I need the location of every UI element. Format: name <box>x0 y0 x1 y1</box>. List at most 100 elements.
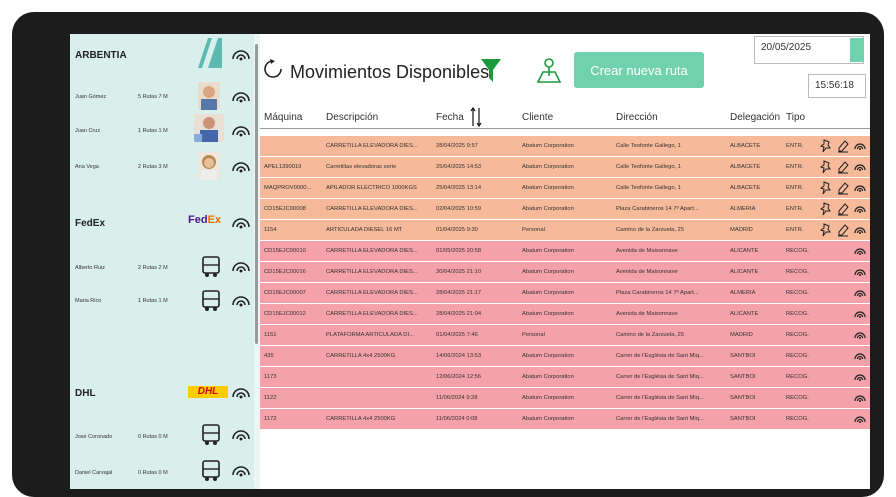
eraser-icon[interactable] <box>837 223 849 237</box>
table-row[interactable]: CD15EJC00012 CARRETILLA ELEVADORA DIÉS...… <box>260 304 870 325</box>
cell-delegacion: SANTBOI <box>730 395 756 401</box>
table-row[interactable]: 1151 PLATAFORMA ARTICULADA DI... 01/04/202… <box>260 325 870 346</box>
pin-icon[interactable] <box>820 202 832 216</box>
navigate-icon[interactable] <box>854 202 866 216</box>
driver-name: Juan Cruz <box>75 128 101 134</box>
table-row[interactable]: CD15EJC00010 CARRETILLA ELEVADORA DIÉS...… <box>260 241 870 262</box>
pin-icon[interactable] <box>820 139 832 153</box>
navigate-icon[interactable] <box>854 244 866 258</box>
navigate-icon[interactable] <box>230 382 252 404</box>
navigate-icon[interactable] <box>854 160 866 174</box>
pin-icon[interactable] <box>820 181 832 195</box>
navigate-icon[interactable] <box>854 265 866 279</box>
table-row[interactable]: CD15EJC00007 CARRETILLA ELEVADORA DIÉS...… <box>260 283 870 304</box>
navigate-icon[interactable] <box>854 139 866 153</box>
table-row[interactable]: CD15EJC00016 CARRETILLA ELEVADORA DIÉS...… <box>260 262 870 283</box>
navigate-icon[interactable] <box>854 370 866 384</box>
navigate-icon[interactable] <box>854 307 866 321</box>
table-row[interactable]: APEL1390019 Carretillas elevadoras serie 2… <box>260 157 870 178</box>
cell-cliente: Abatum Corporation <box>522 206 574 212</box>
eraser-icon[interactable] <box>837 202 849 216</box>
cell-maquina: 1122 <box>264 395 277 401</box>
driver-routes: 1 Rutas 1 M <box>138 128 168 134</box>
cell-cliente: Abatum Corporation <box>522 374 574 380</box>
eraser-icon[interactable] <box>837 181 849 195</box>
avatar <box>198 82 220 110</box>
navigate-icon[interactable] <box>230 424 252 446</box>
pin-icon[interactable] <box>820 160 832 174</box>
cell-direccion: Carrer de l'Església de Sant Miq... <box>616 374 704 380</box>
cell-delegacion: MADRID <box>730 332 753 338</box>
truck-icon <box>202 290 220 311</box>
cell-maquina: 1172 <box>264 416 277 422</box>
column-header[interactable]: Cliente <box>522 112 553 123</box>
table-row[interactable]: 1173 12/06/2024 12:56 Abatum Corporation Ca… <box>260 367 870 388</box>
cell-direccion: Camino de la Zarzuela, 25 <box>616 227 684 233</box>
cell-maquina: 435 <box>264 353 274 359</box>
cell-tipo: RECOG. <box>786 248 809 254</box>
navigate-icon[interactable] <box>854 391 866 405</box>
cell-descripcion: CARRETILLA ELEVADORA DIÉS... <box>326 269 418 275</box>
cell-fecha: 11/06/2024 9:28 <box>436 395 478 401</box>
cell-maquina: CD15EJC00010 <box>264 248 306 254</box>
cell-fecha: 30/04/2025 21:10 <box>436 269 482 275</box>
calendar-icon[interactable] <box>850 38 864 62</box>
column-header[interactable]: Dirección <box>616 112 658 123</box>
cell-direccion: Carrer de l'Església de Sant Miq... <box>616 353 704 359</box>
column-header[interactable]: Máquina <box>264 112 302 123</box>
date-field[interactable]: 20/05/2025 <box>754 36 864 64</box>
cell-descripcion: CARRETILLA ELEVADORA DIÉS... <box>326 248 418 254</box>
navigate-icon[interactable] <box>230 290 252 312</box>
navigate-icon[interactable] <box>854 181 866 195</box>
cell-fecha: 02/04/2025 10:59 <box>436 206 482 212</box>
cell-delegacion: ALBACETE <box>730 143 761 149</box>
navigate-icon[interactable] <box>854 412 866 426</box>
navigate-icon[interactable] <box>854 328 866 342</box>
pin-icon[interactable] <box>820 223 832 237</box>
navigate-icon[interactable] <box>230 256 252 278</box>
navigate-icon[interactable] <box>230 460 252 482</box>
eraser-icon[interactable] <box>837 139 849 153</box>
cell-cliente: Abatum Corporation <box>522 143 574 149</box>
create-route-button[interactable]: Crear nueva ruta <box>574 52 704 88</box>
map-pin-icon[interactable] <box>536 56 562 84</box>
navigate-icon[interactable] <box>854 286 866 300</box>
cell-delegacion: SANTBOI <box>730 374 756 380</box>
cell-tipo: RECOG. <box>786 269 809 275</box>
driver-name: Juan Gómez <box>75 94 107 100</box>
table-row[interactable]: 435 CARRETILLA 4x4 2500KG 14/06/2024 13:53… <box>260 346 870 367</box>
navigate-icon[interactable] <box>230 120 252 142</box>
table-row[interactable]: 1172 CARRETILLA 4x4 2500KG 11/06/2024 0:08… <box>260 409 870 430</box>
cell-direccion: Avenida de Maisonnave <box>616 311 678 317</box>
cell-tipo: ENTR. <box>786 164 804 170</box>
column-header[interactable]: Tipo <box>786 112 805 123</box>
truck-icon <box>202 424 220 445</box>
column-header[interactable]: Descripción <box>326 112 378 123</box>
column-header[interactable]: Fecha <box>436 112 464 123</box>
table-row[interactable]: CD15EJC00008 CARRETILLA ELEVADORA DIÉS...… <box>260 199 870 220</box>
sort-icon[interactable] <box>470 106 482 128</box>
eraser-icon[interactable] <box>837 160 849 174</box>
cell-tipo: RECOG. <box>786 332 809 338</box>
cell-delegacion: SANTBOI <box>730 416 756 422</box>
table-row[interactable]: 1122 11/06/2024 9:28 Abatum Corporation Car… <box>260 388 870 409</box>
table-row[interactable]: 1154 ARTICULADA DIESEL 16 MT 01/04/2025 9:… <box>260 220 870 241</box>
navigate-icon[interactable] <box>230 44 252 66</box>
refresh-icon[interactable] <box>262 58 284 80</box>
scrollbar-thumb[interactable] <box>255 44 258 344</box>
cell-fecha: 25/04/2025 14:53 <box>436 164 482 170</box>
navigate-icon[interactable] <box>854 223 866 237</box>
filter-icon[interactable] <box>480 56 502 84</box>
navigate-icon[interactable] <box>230 212 252 234</box>
navigate-icon[interactable] <box>230 86 252 108</box>
time-field[interactable]: 15:56:18 <box>808 74 866 98</box>
cell-tipo: RECOG. <box>786 374 809 380</box>
driver-routes: 0 Rutas 0 M <box>138 434 168 440</box>
cell-descripcion: APILADOR ELECTRICO 1000KGS <box>326 185 417 191</box>
cell-cliente: Abatum Corporation <box>522 164 574 170</box>
table-row[interactable]: MAQPROV0000... APILADOR ELECTRICO 1000KGS… <box>260 178 870 199</box>
navigate-icon[interactable] <box>854 349 866 363</box>
navigate-icon[interactable] <box>230 156 252 178</box>
column-header[interactable]: Delegación <box>730 112 780 123</box>
table-row[interactable]: CARRETILLA ELEVADORA DIÉS... 28/04/2025 9… <box>260 136 870 157</box>
